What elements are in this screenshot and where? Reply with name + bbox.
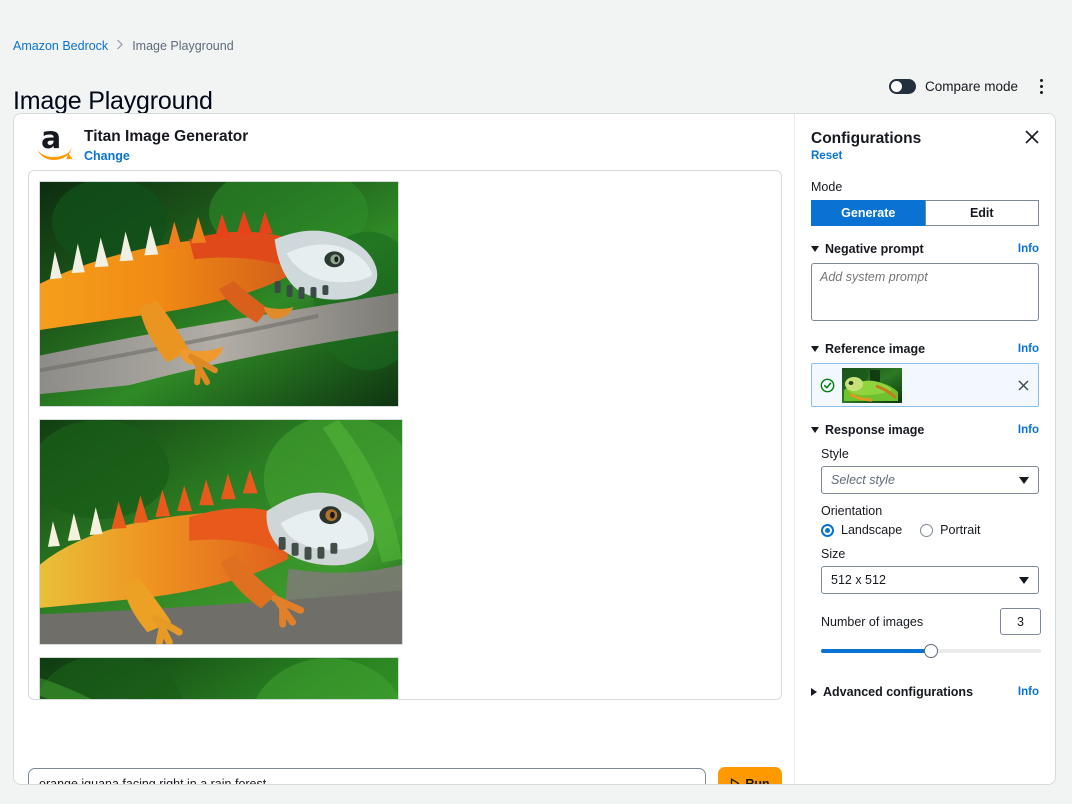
run-button[interactable]: Run bbox=[718, 767, 782, 785]
reference-image-title: Reference image bbox=[825, 342, 926, 356]
reference-image-info-link[interactable]: Info bbox=[1018, 343, 1039, 355]
breadcrumb: Amazon Bedrock Image Playground bbox=[13, 39, 234, 53]
remove-reference-image-button[interactable] bbox=[1017, 379, 1030, 392]
number-of-images-slider[interactable] bbox=[821, 643, 1041, 659]
slider-fill bbox=[821, 649, 931, 653]
chevron-down-icon bbox=[811, 427, 819, 433]
chevron-down-icon bbox=[1019, 476, 1029, 484]
response-image-info-link[interactable]: Info bbox=[1018, 424, 1039, 436]
response-image-header: Response image Info bbox=[811, 423, 1039, 437]
radio-button[interactable] bbox=[920, 523, 934, 537]
close-icon bbox=[1018, 379, 1029, 391]
amazon-logo-icon: a bbox=[37, 124, 73, 161]
chevron-right-icon bbox=[811, 688, 817, 696]
mode-option-edit[interactable]: Edit bbox=[924, 200, 1039, 226]
orientation-label: Orientation bbox=[821, 504, 883, 518]
generated-image-2[interactable] bbox=[39, 419, 403, 645]
model-header: a Titan Image Generator Change bbox=[14, 114, 794, 170]
reference-image-toggle[interactable]: Reference image bbox=[811, 342, 925, 356]
mode-segmented-control[interactable]: Generate Edit bbox=[811, 200, 1039, 226]
size-select-value: 512 x 512 bbox=[831, 573, 886, 587]
size-select[interactable]: 512 x 512 bbox=[821, 566, 1039, 594]
close-configurations-button[interactable] bbox=[1023, 128, 1041, 146]
negative-prompt-header: Negative prompt Info bbox=[811, 242, 1039, 256]
response-image-title: Response image bbox=[825, 423, 925, 437]
generated-images-panel bbox=[28, 170, 782, 700]
style-select-value: Select style bbox=[831, 473, 895, 487]
header-actions: Compare mode bbox=[888, 76, 1050, 96]
chevron-right-icon bbox=[117, 39, 124, 50]
generated-image-1[interactable] bbox=[39, 181, 399, 407]
style-label: Style bbox=[821, 447, 849, 461]
negative-prompt-title: Negative prompt bbox=[825, 242, 924, 256]
prompt-input[interactable] bbox=[28, 767, 706, 784]
change-model-link[interactable]: Change bbox=[84, 149, 248, 163]
play-icon bbox=[731, 778, 740, 784]
size-label: Size bbox=[821, 547, 846, 561]
check-circle-icon bbox=[820, 378, 835, 392]
generated-image-3[interactable] bbox=[39, 657, 399, 699]
close-icon bbox=[1025, 130, 1039, 144]
mode-option-generate[interactable]: Generate bbox=[811, 200, 925, 226]
chevron-down-icon bbox=[811, 246, 819, 252]
playground-card: a Titan Image Generator Change orange ig… bbox=[13, 113, 1056, 785]
page-title: Image Playground bbox=[13, 86, 213, 115]
more-options-button[interactable] bbox=[1032, 76, 1050, 96]
orientation-landscape-label: Landscape bbox=[841, 523, 903, 537]
number-of-images-label: Number of images bbox=[821, 614, 924, 629]
number-of-images-row: Number of images 3 bbox=[821, 608, 1041, 635]
number-of-images-input[interactable]: 3 bbox=[1000, 608, 1041, 635]
toggle-switch[interactable] bbox=[888, 78, 916, 94]
advanced-configurations-header: Advanced configurations Info bbox=[811, 685, 1039, 699]
run-button-label: Run bbox=[745, 776, 770, 785]
model-name: Titan Image Generator bbox=[84, 128, 249, 145]
playground-panel: a Titan Image Generator Change orange ig… bbox=[14, 114, 795, 784]
breadcrumb-link-amazon-bedrock[interactable]: Amazon Bedrock bbox=[13, 39, 108, 53]
orientation-portrait-label: Portrait bbox=[940, 523, 981, 537]
reference-image-item bbox=[811, 363, 1039, 407]
results-area: Run bbox=[28, 170, 782, 785]
chevron-down-icon bbox=[811, 346, 819, 352]
mode-label: Mode bbox=[811, 180, 843, 194]
reference-image-thumbnail bbox=[842, 367, 902, 403]
prompt-bar: Run bbox=[28, 767, 782, 785]
configurations-panel: Configurations Reset Mode Generate Edit … bbox=[795, 114, 1055, 784]
advanced-configurations-info-link[interactable]: Info bbox=[1018, 686, 1039, 698]
orientation-option-landscape[interactable]: Landscape bbox=[821, 523, 902, 537]
negative-prompt-info-link[interactable]: Info bbox=[1018, 243, 1039, 255]
style-select[interactable]: Select style bbox=[821, 466, 1039, 494]
advanced-configurations-toggle[interactable]: Advanced configurations bbox=[811, 685, 973, 699]
radio-button[interactable] bbox=[821, 523, 834, 537]
advanced-configurations-title: Advanced configurations bbox=[823, 685, 974, 699]
compare-mode-label: Compare mode bbox=[924, 78, 1018, 94]
response-image-body: Style Select style Orientation Landscape… bbox=[811, 447, 1041, 659]
reset-link[interactable]: Reset bbox=[811, 150, 1039, 162]
negative-prompt-textarea[interactable] bbox=[811, 263, 1039, 321]
chevron-down-icon bbox=[1019, 576, 1029, 584]
response-image-toggle[interactable]: Response image bbox=[811, 423, 924, 437]
orientation-radio-group: Landscape Portrait bbox=[821, 523, 1039, 537]
slider-handle[interactable] bbox=[924, 644, 938, 658]
negative-prompt-toggle[interactable]: Negative prompt bbox=[811, 242, 924, 256]
orientation-option-portrait[interactable]: Portrait bbox=[920, 523, 980, 537]
toggle-knob bbox=[890, 80, 902, 92]
breadcrumb-current: Image Playground bbox=[132, 39, 234, 53]
compare-mode-toggle[interactable]: Compare mode bbox=[888, 78, 1018, 94]
breadcrumb-separator-icon bbox=[116, 39, 124, 53]
configurations-title: Configurations bbox=[811, 130, 922, 147]
image-grid bbox=[39, 181, 771, 699]
reference-image-header: Reference image Info bbox=[811, 342, 1039, 356]
